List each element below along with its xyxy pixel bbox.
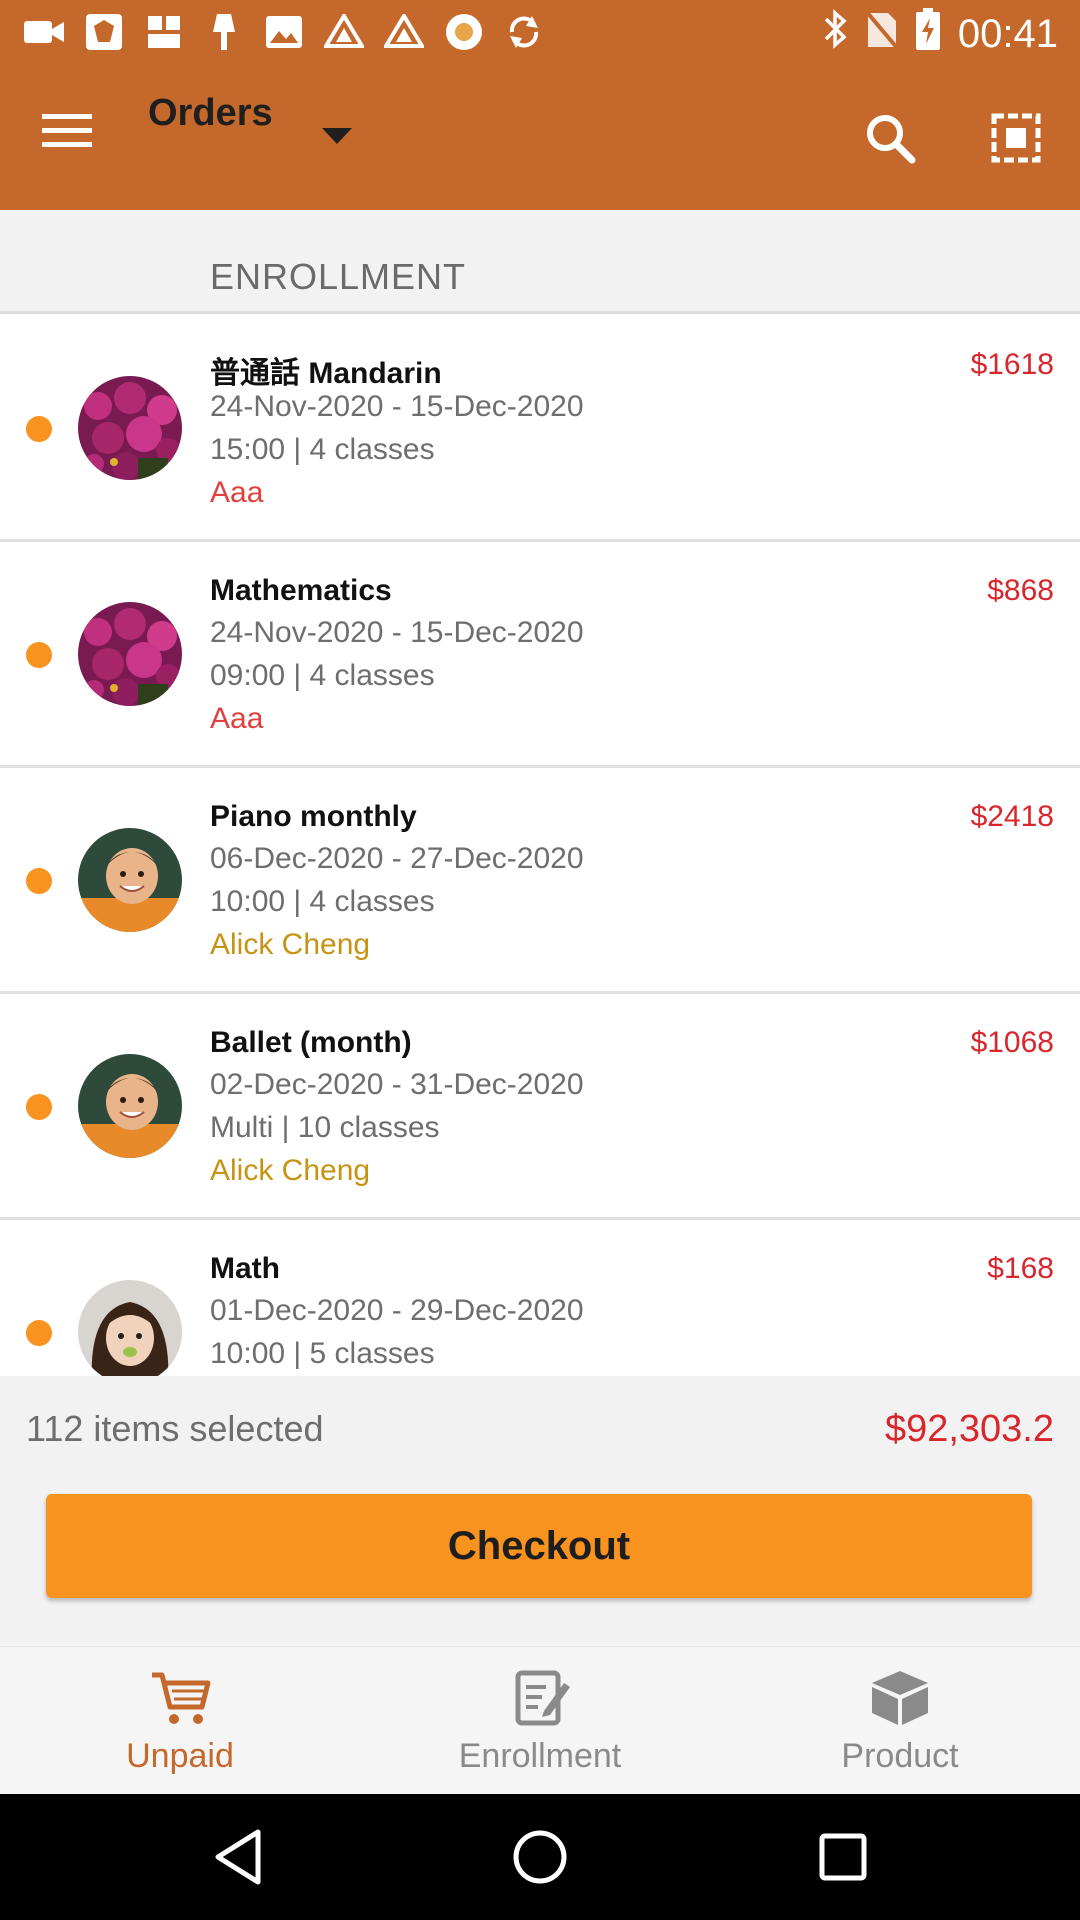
- hamburger-menu-icon: [42, 114, 92, 147]
- tab-label: Enrollment: [458, 1737, 622, 1775]
- lamp-icon: [204, 12, 244, 52]
- menu-button[interactable]: [40, 110, 104, 162]
- page-title[interactable]: Orders: [148, 92, 273, 135]
- order-dates: 02-Dec-2020 - 31-Dec-2020: [210, 1068, 584, 1101]
- total-amount: $92,303.2: [884, 1408, 1054, 1450]
- record-icon: [444, 12, 484, 52]
- order-dates: 06-Dec-2020 - 27-Dec-2020: [210, 842, 584, 875]
- cart-icon: [148, 1669, 212, 1727]
- order-schedule: 09:00 | 4 classes: [210, 659, 435, 692]
- tab-unpaid[interactable]: Unpaid: [0, 1647, 360, 1794]
- order-schedule: Multi | 10 classes: [210, 1111, 440, 1144]
- clock-time: 00:41: [957, 11, 1058, 56]
- order-price: $1068: [970, 1026, 1054, 1059]
- chinese-app-icon: [144, 12, 184, 52]
- list-item[interactable]: 普通話 Mandarin $1618 24-Nov-2020 - 15-Dec-…: [0, 316, 1080, 542]
- section-title: ENROLLMENT: [210, 256, 467, 297]
- tab-product[interactable]: Product: [720, 1647, 1080, 1794]
- avatar: [78, 376, 182, 480]
- tab-label: Unpaid: [126, 1737, 234, 1775]
- status-dot: [26, 868, 52, 894]
- list-item[interactable]: Math $168 01-Dec-2020 - 29-Dec-2020 10:0…: [0, 1220, 1080, 1376]
- avatar: [78, 602, 182, 706]
- status-dot: [26, 1094, 52, 1120]
- bluetooth-icon: [822, 9, 848, 59]
- app-bar: Orders: [0, 62, 1080, 210]
- list-item[interactable]: Ballet (month) $1068 02-Dec-2020 - 31-De…: [0, 994, 1080, 1220]
- avatar: [78, 828, 182, 932]
- order-title: 普通話 Mandarin: [210, 357, 442, 390]
- caret-down-icon: [322, 128, 352, 144]
- order-list[interactable]: 普通話 Mandarin $1618 24-Nov-2020 - 15-Dec-…: [0, 316, 1080, 1376]
- edit-document-icon: [508, 1669, 572, 1727]
- system-navigation-bar: [0, 1794, 1080, 1920]
- drive-icon-2: [384, 12, 424, 52]
- recents-button[interactable]: [810, 1824, 876, 1890]
- recents-square-icon: [819, 1833, 867, 1881]
- order-dates: 01-Dec-2020 - 29-Dec-2020: [210, 1294, 584, 1327]
- title-dropdown-button[interactable]: [322, 128, 352, 151]
- checkout-button[interactable]: Checkout: [46, 1494, 1032, 1598]
- status-dot: [26, 416, 52, 442]
- image-icon: [264, 12, 304, 52]
- scan-icon: [991, 113, 1041, 163]
- order-price: $2418: [970, 800, 1054, 833]
- app-logo-icon: [84, 12, 124, 52]
- order-title: Piano monthly: [210, 800, 417, 833]
- status-bar: 00:41: [0, 0, 1080, 62]
- avatar: [78, 1054, 182, 1158]
- sync-icon: [504, 12, 544, 52]
- avatar: [78, 1280, 182, 1376]
- order-price: $1618: [970, 348, 1054, 381]
- section-header: ENROLLMENT: [0, 210, 1080, 314]
- status-dot: [26, 1320, 52, 1346]
- tab-label: Product: [841, 1737, 959, 1775]
- order-schedule: 10:00 | 5 classes: [210, 1337, 435, 1370]
- box-icon: [868, 1669, 932, 1727]
- back-triangle-icon: [215, 1829, 261, 1885]
- order-price: $868: [987, 574, 1054, 607]
- student-name: Aaa: [210, 476, 264, 509]
- order-title: Math: [210, 1252, 280, 1285]
- drive-icon: [324, 12, 364, 52]
- list-item[interactable]: Mathematics $868 24-Nov-2020 - 15-Dec-20…: [0, 542, 1080, 768]
- home-button[interactable]: [507, 1824, 573, 1890]
- student-name: Alick Cheng: [210, 928, 371, 961]
- status-dot: [26, 642, 52, 668]
- battery-charging-icon: [915, 8, 940, 60]
- search-icon: [867, 115, 916, 164]
- home-circle-icon: [513, 1830, 567, 1884]
- order-dates: 24-Nov-2020 - 15-Dec-2020: [210, 390, 584, 423]
- order-title: Ballet (month): [210, 1026, 412, 1059]
- student-name: Aaa: [210, 702, 264, 735]
- bottom-navigation: Unpaid Enrollment Product: [0, 1646, 1080, 1794]
- order-dates: 24-Nov-2020 - 15-Dec-2020: [210, 616, 584, 649]
- scan-button[interactable]: [984, 106, 1048, 170]
- order-price: $168: [987, 1252, 1054, 1285]
- order-title: Mathematics: [210, 574, 392, 607]
- back-button[interactable]: [208, 1824, 274, 1890]
- list-item[interactable]: Piano monthly $2418 06-Dec-2020 - 27-Dec…: [0, 768, 1080, 994]
- search-button[interactable]: [858, 106, 922, 170]
- no-sim-icon: [864, 9, 900, 59]
- video-icon: [24, 12, 64, 52]
- student-name: Alick Cheng: [210, 1154, 371, 1187]
- order-schedule: 15:00 | 4 classes: [210, 433, 435, 466]
- order-schedule: 10:00 | 4 classes: [210, 885, 435, 918]
- tab-enrollment[interactable]: Enrollment: [360, 1647, 720, 1794]
- checkout-summary: 112 items selected $92,303.2 Checkout: [0, 1376, 1080, 1646]
- selected-count: 112 items selected: [26, 1408, 324, 1449]
